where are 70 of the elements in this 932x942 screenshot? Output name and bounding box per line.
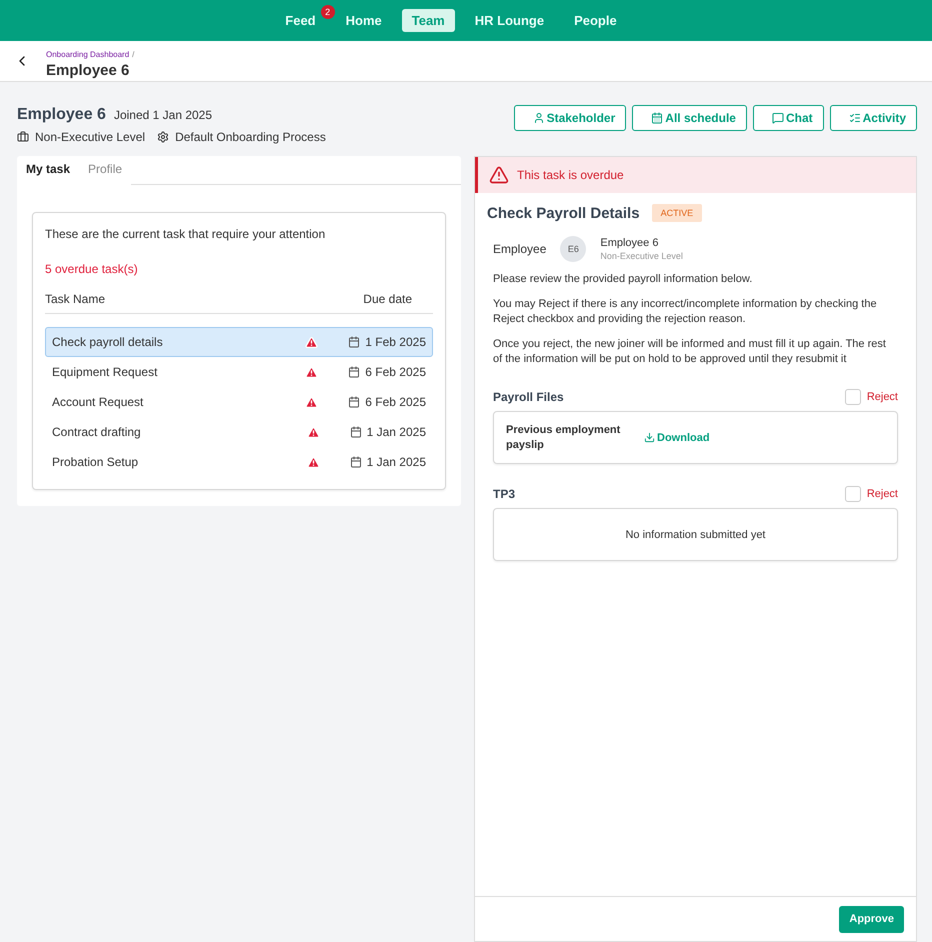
join-date: Joined 1 Jan 2025 bbox=[114, 108, 212, 122]
reject-label: Reject bbox=[866, 391, 898, 403]
calendar-icon bbox=[348, 396, 360, 408]
chat-icon bbox=[772, 112, 784, 124]
task-row[interactable]: Contract drafting 1 Jan 2025 bbox=[45, 417, 433, 447]
download-link[interactable]: Download bbox=[644, 432, 710, 444]
task-row[interactable]: Check payroll details 1 Feb 2025 bbox=[45, 327, 433, 357]
empty-message: No information submitted yet bbox=[624, 528, 766, 540]
section-title: Payroll Files bbox=[493, 390, 564, 404]
file-name: Previous employment payslip bbox=[506, 422, 622, 452]
task-intro-text: These are the current task that require your attention bbox=[45, 227, 326, 241]
instruction-text: You may Reject if there is any incorrect/incomplete information by checking the Reject checkbox and providing the rejection reason. bbox=[493, 297, 878, 327]
task-row[interactable]: Probation Setup 1 Jan 2025 bbox=[45, 447, 433, 477]
approve-button[interactable]: Approve bbox=[839, 906, 904, 932]
task-row[interactable]: Equipment Request 6 Feb 2025 bbox=[45, 357, 433, 387]
status-badge: ACTIVE bbox=[652, 204, 702, 222]
gear-icon bbox=[157, 131, 170, 143]
task-name: Account Request bbox=[52, 395, 144, 409]
task-name: Equipment Request bbox=[52, 365, 158, 379]
onboarding-process: Default Onboarding Process bbox=[175, 130, 326, 144]
person-icon bbox=[532, 112, 545, 124]
breadcrumb-separator: / bbox=[132, 50, 134, 58]
tab[interactable]: My task bbox=[17, 156, 80, 185]
nav-tab[interactable]: People bbox=[564, 9, 627, 32]
due-date: 1 Jan 2025 bbox=[366, 425, 426, 439]
calendar-icon bbox=[651, 112, 664, 124]
action-button[interactable]: Stakeholder bbox=[514, 105, 626, 131]
employee-level: Non-Executive Level bbox=[35, 130, 146, 144]
tab[interactable]: Profile bbox=[79, 156, 132, 185]
warning-icon bbox=[489, 165, 509, 185]
due-date: 1 Jan 2025 bbox=[366, 455, 426, 469]
employee-name: Employee 6 bbox=[600, 237, 660, 249]
overdue-count: 5 overdue task(s) bbox=[45, 262, 139, 276]
instruction-text: Please review the provided payroll information below. bbox=[493, 272, 754, 287]
employee-label: Employee bbox=[493, 242, 546, 256]
task-row[interactable]: Account Request 6 Feb 2025 bbox=[45, 387, 433, 417]
avatar: E6 bbox=[560, 236, 586, 262]
notification-badge: 2 bbox=[320, 5, 335, 19]
task-name: Probation Setup bbox=[52, 455, 140, 469]
task-name: Contract drafting bbox=[52, 425, 142, 439]
calendar-icon bbox=[350, 426, 362, 438]
instruction-text: Once you reject, the new joiner will be informed and must fill it up again. The rest of the information will be put on hold to be approved until they resubmit it bbox=[493, 337, 887, 367]
download-icon bbox=[644, 432, 655, 443]
action-button[interactable]: Chat bbox=[752, 105, 824, 131]
calendar-icon bbox=[348, 336, 360, 348]
due-date: 6 Feb 2025 bbox=[365, 365, 426, 379]
reject-checkbox[interactable] bbox=[844, 389, 861, 405]
task-title: Check Payroll Details bbox=[487, 204, 640, 222]
reject-checkbox[interactable] bbox=[844, 486, 861, 502]
task-name: Check payroll details bbox=[52, 335, 164, 349]
briefcase-icon bbox=[17, 131, 29, 143]
section-title: TP3 bbox=[493, 487, 516, 501]
nav-tab[interactable]: Home bbox=[336, 9, 392, 32]
nav-tab[interactable]: HR Lounge bbox=[464, 9, 554, 32]
action-button[interactable]: Activity bbox=[830, 105, 917, 131]
alert-text: This task is overdue bbox=[517, 168, 624, 182]
employee-name: Employee 6 bbox=[17, 106, 106, 124]
checklist-icon bbox=[848, 112, 861, 124]
page-title: Employee 6 bbox=[46, 62, 130, 78]
action-button[interactable]: All schedule bbox=[632, 105, 747, 131]
breadcrumb-link[interactable]: Onboarding Dashboard bbox=[46, 50, 130, 58]
reject-label: Reject bbox=[866, 488, 898, 500]
employee-level: Non-Executive Level bbox=[600, 251, 683, 261]
due-date: 6 Feb 2025 bbox=[365, 395, 426, 409]
column-header: Task Name bbox=[45, 292, 106, 306]
column-header: Due date bbox=[363, 292, 412, 306]
calendar-icon bbox=[350, 456, 362, 468]
calendar-icon bbox=[348, 366, 360, 378]
due-date: 1 Feb 2025 bbox=[365, 335, 426, 349]
nav-tab[interactable]: Team bbox=[402, 9, 455, 32]
